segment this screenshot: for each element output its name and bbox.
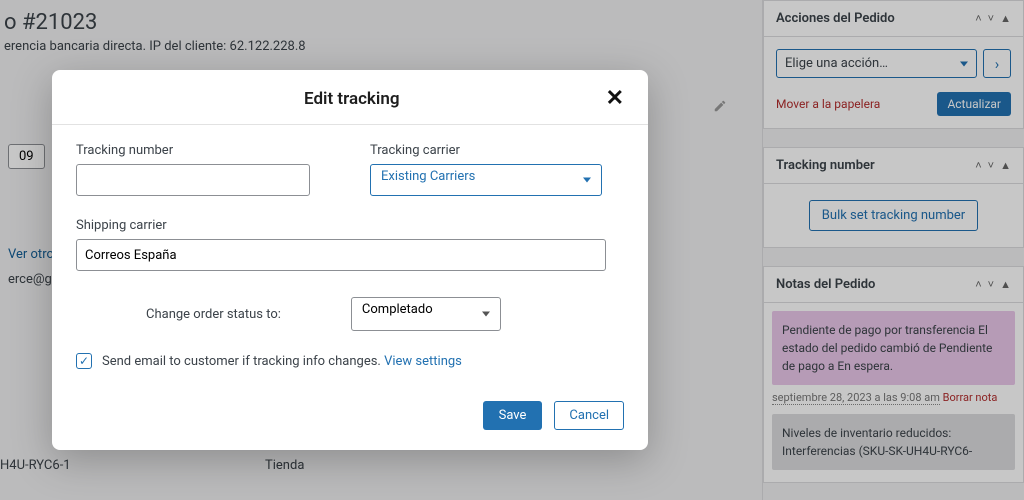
order-note-meta: septiembre 28, 2023 a las 9:08 am Borrar… <box>772 389 1015 414</box>
order-action-select-label: Elige una acción… <box>785 56 888 71</box>
save-button[interactable]: Save <box>483 401 543 430</box>
chevron-right-icon: › <box>995 55 1000 73</box>
change-status-label: Change order status to: <box>146 307 281 322</box>
order-status-value: Completado <box>362 302 433 317</box>
cancel-button[interactable]: Cancel <box>554 401 624 430</box>
order-note: Pendiente de pago por transferencia El e… <box>772 311 1015 385</box>
delete-note-link[interactable]: Borrar nota <box>943 391 998 404</box>
order-action-go-button[interactable]: › <box>983 49 1011 78</box>
modal-header: Edit tracking ✕ <box>52 70 648 125</box>
triangle-up-icon[interactable]: ▲ <box>1000 12 1011 25</box>
order-action-select[interactable]: Elige una acción… <box>776 49 977 78</box>
order-note: Niveles de inventario reducidos: Interfe… <box>772 414 1015 470</box>
shipping-carrier-input[interactable] <box>76 239 606 271</box>
panel-order-notes: Notas del Pedido ˄ ˅ ▲ Pendiente de pago… <box>763 266 1024 483</box>
send-email-label: Send email to customer if tracking info … <box>102 354 381 369</box>
pencil-icon[interactable] <box>713 98 727 117</box>
send-email-checkbox[interactable]: ✓ <box>76 353 92 369</box>
panel-header-notes: Notas del Pedido ˄ ˅ ▲ <box>764 267 1023 303</box>
tracking-carrier-label: Tracking carrier <box>370 143 624 158</box>
panel-header-tracking: Tracking number ˄ ˅ ▲ <box>764 148 1023 184</box>
note-timestamp: septiembre 28, 2023 a las 9:08 am <box>772 391 940 405</box>
panel-tracking-number: Tracking number ˄ ˅ ▲ Bulk set tracking … <box>763 147 1024 248</box>
panel-title-tracking: Tracking number <box>776 158 875 173</box>
line-item-sku: H4U-RYC6-1 <box>0 458 71 473</box>
chevron-up-icon[interactable]: ˄ <box>975 12 981 25</box>
line-item-row: H4U-RYC6-1 Tienda <box>0 458 71 473</box>
panel-title-actions: Acciones del Pedido <box>776 11 895 26</box>
order-status-select[interactable]: Completado <box>351 297 501 331</box>
shipping-carrier-label: Shipping carrier <box>76 218 624 233</box>
tracking-carrier-value: Existing Carriers <box>381 169 475 184</box>
bulk-set-tracking-button[interactable]: Bulk set tracking number <box>809 200 978 231</box>
chevron-down-icon[interactable]: ˅ <box>988 159 994 172</box>
tracking-number-input[interactable] <box>76 164 310 196</box>
chevron-down-icon[interactable]: ˅ <box>988 278 994 291</box>
date-day-input[interactable]: 09 <box>8 144 45 169</box>
order-sidebar: Acciones del Pedido ˄ ˅ ▲ Elige una acci… <box>762 0 1024 500</box>
move-to-trash-link[interactable]: Mover a la papelera <box>776 97 880 111</box>
chevron-down-icon[interactable]: ˅ <box>988 12 994 25</box>
triangle-up-icon[interactable]: ▲ <box>1000 159 1011 172</box>
tracking-number-label: Tracking number <box>76 143 330 158</box>
modal-footer: Save Cancel <box>52 387 648 450</box>
modal-title: Edit tracking <box>98 89 606 109</box>
update-button[interactable]: Actualizar <box>937 92 1011 116</box>
close-icon[interactable]: ✕ <box>606 88 624 110</box>
view-settings-link[interactable]: View settings <box>384 354 462 369</box>
order-subtitle: erencia bancaria directa. IP del cliente… <box>4 39 755 54</box>
chevron-up-icon[interactable]: ˄ <box>975 278 981 291</box>
triangle-up-icon[interactable]: ▲ <box>1000 278 1011 291</box>
order-number-title: o #21023 <box>4 10 755 35</box>
tracking-carrier-select[interactable]: Existing Carriers <box>370 164 602 196</box>
panel-order-actions: Acciones del Pedido ˄ ˅ ▲ Elige una acci… <box>763 0 1024 129</box>
panel-title-notes: Notas del Pedido <box>776 277 875 292</box>
edit-tracking-modal: Edit tracking ✕ Tracking number Tracking… <box>52 70 648 450</box>
chevron-up-icon[interactable]: ˄ <box>975 159 981 172</box>
line-item-store: Tienda <box>265 458 304 473</box>
panel-header-actions: Acciones del Pedido ˄ ˅ ▲ <box>764 1 1023 37</box>
